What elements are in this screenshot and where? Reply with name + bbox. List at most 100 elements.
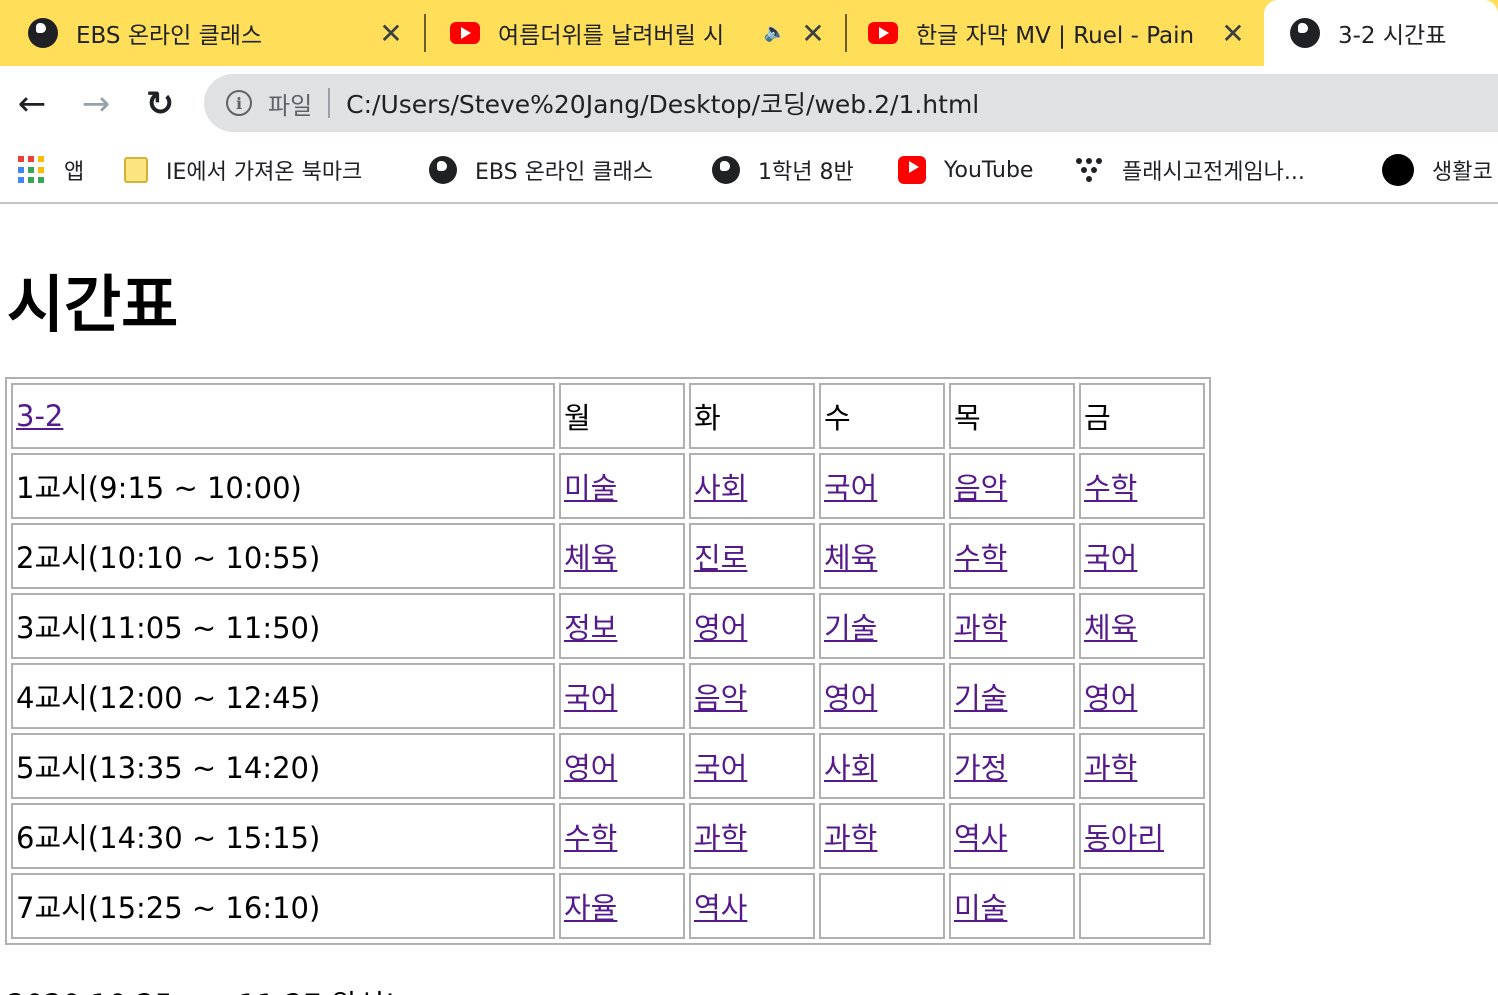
subject-link[interactable]: 자율 (564, 891, 617, 925)
period-cell: 5교시(13:35 ~ 14:20) (11, 733, 555, 799)
table-row: 3교시(11:05 ~ 11:50) 정보 영어 기술 과학 체육 (11, 593, 1205, 659)
subject-link[interactable]: 체육 (564, 541, 617, 575)
day-header: 화 (689, 383, 815, 449)
bookmark-ebs[interactable]: EBS 온라인 클래스 (429, 152, 653, 188)
subject-cell: 동아리 (1079, 803, 1205, 869)
bookmark-apps[interactable]: 앱 (18, 152, 84, 188)
close-icon[interactable]: ✕ (376, 17, 406, 50)
bookmark-flash-games[interactable]: 플래시고전게임나... (1076, 152, 1305, 188)
subject-link[interactable]: 수학 (1084, 471, 1137, 505)
address-bar[interactable]: i 파일 C:/Users/Steve%20Jang/Desktop/코딩/we… (204, 74, 1498, 132)
subject-link[interactable]: 영어 (1084, 681, 1137, 715)
bookmark-label: 플래시고전게임나... (1122, 160, 1305, 185)
subject-link[interactable]: 기술 (954, 681, 1007, 715)
subject-cell: 기술 (819, 593, 945, 659)
omnibox-divider (328, 88, 331, 118)
bookmark-label: YouTube (944, 157, 1034, 183)
subject-link[interactable]: 국어 (824, 471, 877, 505)
tab-title: 3-2 시간표 (1338, 23, 1447, 49)
subject-link[interactable]: 가정 (954, 751, 1007, 785)
subject-cell: 역사 (689, 873, 815, 939)
tab-ruel[interactable]: 한글 자막 MV | Ruel - Pain ✕ (848, 0, 1262, 66)
table-row: 1교시(9:15 ~ 10:00) 미술 사회 국어 음악 수학 (11, 453, 1205, 519)
bookmark-label: 생활코 (1432, 160, 1493, 185)
subject-cell: 과학 (1079, 733, 1205, 799)
subject-link[interactable]: 체육 (1084, 611, 1137, 645)
subject-link[interactable]: 수학 (564, 821, 617, 855)
subject-link[interactable]: 체육 (824, 541, 877, 575)
subject-link[interactable]: 사회 (824, 751, 877, 785)
subject-cell: 과학 (689, 803, 815, 869)
subject-cell: 사회 (819, 733, 945, 799)
subject-link[interactable]: 사회 (694, 471, 747, 505)
close-icon[interactable]: ✕ (1218, 17, 1248, 50)
url-text[interactable]: C:/Users/Steve%20Jang/Desktop/코딩/web.2/1… (346, 85, 979, 121)
dots-icon (1076, 156, 1104, 184)
folder-icon (124, 157, 148, 183)
table-header-row: 3-2 월 화 수 목 금 (11, 383, 1205, 449)
subject-cell: 영어 (819, 663, 945, 729)
bookmark-label: 앱 (64, 160, 85, 185)
bookmark-class[interactable]: 1학년 8반 (712, 152, 854, 188)
bookmark-life-coding[interactable]: 생활코 (1382, 152, 1493, 188)
subject-cell: 기술 (949, 663, 1075, 729)
info-icon[interactable]: i (226, 90, 252, 116)
subject-link[interactable]: 과학 (1084, 751, 1137, 785)
forward-button[interactable]: → (74, 82, 118, 126)
subject-link[interactable]: 국어 (694, 751, 747, 785)
table-row: 2교시(10:10 ~ 10:55) 체육 진로 체육 수학 국어 (11, 523, 1205, 589)
subject-link[interactable]: 동아리 (1084, 821, 1164, 855)
globe-icon (1290, 18, 1320, 48)
close-icon[interactable]: ✕ (798, 17, 828, 50)
subject-link[interactable]: 영어 (564, 751, 617, 785)
period-cell: 3교시(11:05 ~ 11:50) (11, 593, 555, 659)
subject-link[interactable]: 미술 (954, 891, 1007, 925)
subject-cell: 수학 (949, 523, 1075, 589)
subject-link[interactable]: 영어 (694, 611, 747, 645)
subject-link[interactable]: 기술 (824, 611, 877, 645)
subject-cell: 과학 (949, 593, 1075, 659)
day-header: 월 (559, 383, 685, 449)
bookmark-label: EBS 온라인 클래스 (475, 160, 653, 185)
subject-link[interactable]: 과학 (824, 821, 877, 855)
subject-cell: 사회 (689, 453, 815, 519)
subject-cell: 정보 (559, 593, 685, 659)
completion-note: 2020.10.25 pm 11:27 완성! (7, 982, 396, 995)
bookmark-label: IE에서 가져온 북마크 (166, 160, 363, 185)
subject-link[interactable]: 영어 (824, 681, 877, 715)
subject-cell (1079, 873, 1205, 939)
subject-link[interactable]: 과학 (954, 611, 1007, 645)
table-row: 7교시(15:25 ~ 16:10) 자율 역사 미술 (11, 873, 1205, 939)
subject-link[interactable]: 수학 (954, 541, 1007, 575)
class-link[interactable]: 3-2 (16, 399, 63, 433)
reload-button[interactable]: ↻ (138, 82, 182, 126)
subject-cell: 진로 (689, 523, 815, 589)
subject-link[interactable]: 역사 (694, 891, 747, 925)
table-row: 4교시(12:00 ~ 12:45) 국어 음악 영어 기술 영어 (11, 663, 1205, 729)
globe-icon (712, 156, 740, 184)
back-button[interactable]: ← (10, 82, 54, 126)
table-cell: 3-2 (11, 383, 555, 449)
subject-cell: 역사 (949, 803, 1075, 869)
tab-timetable[interactable]: 3-2 시간표 (1264, 0, 1498, 66)
tab-summer[interactable]: 여름더위를 날려버릴 시 🔈 ✕ (428, 0, 842, 66)
period-cell: 7교시(15:25 ~ 16:10) (11, 873, 555, 939)
subject-link[interactable]: 과학 (694, 821, 747, 855)
subject-link[interactable]: 역사 (954, 821, 1007, 855)
subject-link[interactable]: 미술 (564, 471, 617, 505)
speaker-icon[interactable]: 🔈 (764, 22, 786, 43)
subject-link[interactable]: 정보 (564, 611, 617, 645)
tab-strip: EBS 온라인 클래스 ✕ 여름더위를 날려버릴 시 🔈 ✕ 한글 자막 MV … (0, 0, 1498, 66)
subject-cell: 국어 (1079, 523, 1205, 589)
bookmark-label: 1학년 8반 (758, 160, 854, 185)
bookmark-ie-folder[interactable]: IE에서 가져온 북마크 (124, 152, 362, 188)
subject-link[interactable]: 진로 (694, 541, 747, 575)
subject-link[interactable]: 음악 (954, 471, 1007, 505)
bookmark-youtube[interactable]: YouTube (898, 152, 1033, 188)
subject-cell (819, 873, 945, 939)
day-header: 금 (1079, 383, 1205, 449)
subject-link[interactable]: 국어 (564, 681, 617, 715)
subject-link[interactable]: 음악 (694, 681, 747, 715)
tab-ebs[interactable]: EBS 온라인 클래스 ✕ (0, 0, 420, 66)
subject-link[interactable]: 국어 (1084, 541, 1137, 575)
